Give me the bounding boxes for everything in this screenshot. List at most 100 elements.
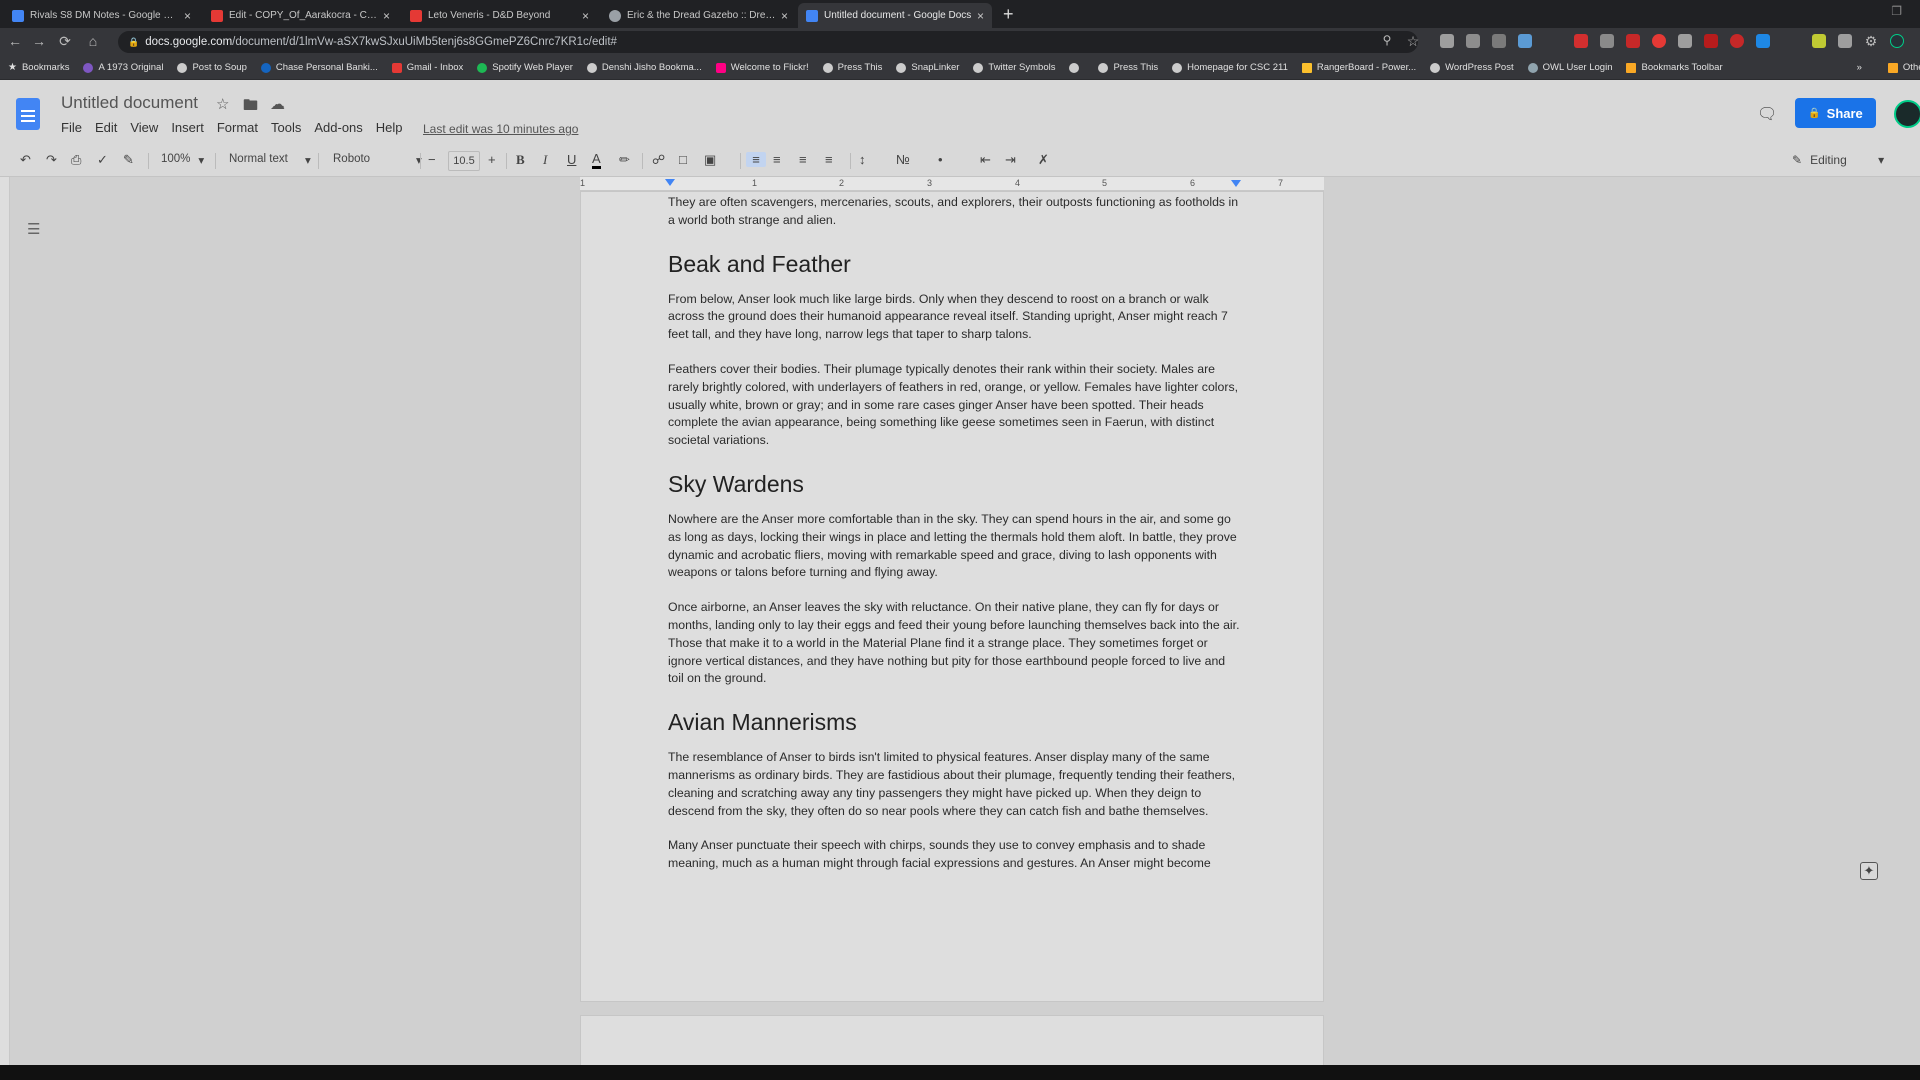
- back-icon[interactable]: ←: [6, 33, 24, 49]
- bookmark-star-icon[interactable]: ☆: [1404, 33, 1422, 50]
- close-tab-icon[interactable]: ×: [582, 9, 589, 23]
- bookmark-item[interactable]: Welcome to Flickr!: [715, 62, 809, 73]
- extension-icon[interactable]: [1466, 34, 1480, 48]
- bookmarks-overflow-button[interactable]: »: [1857, 62, 1862, 73]
- bookmark-item[interactable]: [1069, 62, 1084, 73]
- bulleted-list-icon[interactable]: •: [938, 152, 943, 167]
- bookmark-item[interactable]: SnapLinker: [896, 62, 959, 73]
- bookmark-item[interactable]: WordPress Post: [1430, 62, 1514, 73]
- italic-icon[interactable]: I: [543, 152, 547, 168]
- document-page[interactable]: They are often scavengers, mercenaries, …: [580, 191, 1324, 1002]
- spellcheck-icon[interactable]: ✓: [97, 152, 108, 168]
- close-tab-icon[interactable]: ×: [383, 9, 390, 23]
- insert-link-icon[interactable]: ☍: [652, 152, 665, 168]
- menu-format[interactable]: Format: [217, 120, 258, 135]
- paint-format-icon[interactable]: ✎: [123, 152, 134, 168]
- bookmark-item[interactable]: Post to Soup: [177, 62, 247, 73]
- add-comment-icon[interactable]: □: [679, 152, 687, 167]
- menu-help[interactable]: Help: [376, 120, 403, 135]
- menu-file[interactable]: File: [61, 120, 82, 135]
- decrease-indent-icon[interactable]: ⇤: [980, 152, 991, 168]
- browser-tab[interactable]: Rivals S8 DM Notes - Google Docs ×: [4, 3, 199, 28]
- bookmark-item[interactable]: Twitter Symbols: [973, 62, 1055, 73]
- bookmark-item[interactable]: A 1973 Original: [83, 62, 163, 73]
- font-select[interactable]: Roboto ▾: [333, 153, 422, 167]
- increase-font-size-icon[interactable]: +: [488, 152, 496, 167]
- bookmark-item[interactable]: Spotify Web Player: [477, 62, 573, 73]
- font-size-input[interactable]: 10.5: [448, 151, 480, 171]
- decrease-font-size-icon[interactable]: −: [428, 152, 436, 167]
- align-left-icon[interactable]: ≡: [746, 152, 766, 167]
- last-edit-link[interactable]: Last edit was 10 minutes ago: [423, 122, 578, 136]
- right-indent-marker[interactable]: [1231, 180, 1241, 187]
- reload-icon[interactable]: ⟳: [56, 33, 74, 50]
- new-tab-button[interactable]: +: [1003, 4, 1014, 25]
- close-tab-icon[interactable]: ×: [184, 9, 191, 23]
- browser-tab[interactable]: Leto Veneris - D&D Beyond ×: [402, 3, 597, 28]
- paragraph-style-select[interactable]: Normal text ▾: [229, 153, 311, 167]
- document-title[interactable]: Untitled document: [61, 93, 198, 113]
- other-bookmarks[interactable]: Other bookmarks: [1887, 62, 1920, 73]
- text-color-icon[interactable]: A: [592, 152, 601, 169]
- clear-formatting-icon[interactable]: ✗: [1038, 152, 1049, 168]
- move-folder-icon[interactable]: 🖿: [243, 95, 258, 120]
- window-controls-icon[interactable]: ❐: [1891, 4, 1902, 18]
- underline-icon[interactable]: U: [567, 152, 576, 167]
- forward-icon[interactable]: →: [30, 33, 48, 49]
- menu-view[interactable]: View: [130, 120, 158, 135]
- left-indent-marker[interactable]: [665, 179, 675, 186]
- extension-icon[interactable]: [1492, 34, 1506, 48]
- extension-icon[interactable]: [1652, 34, 1666, 48]
- document-body[interactable]: They are often scavengers, mercenaries, …: [668, 194, 1241, 890]
- editing-mode-select[interactable]: ✎ Editing ▾: [1792, 153, 1884, 167]
- bookmark-item[interactable]: Homepage for CSC 211: [1172, 62, 1288, 73]
- zoom-select[interactable]: 100% ▾: [161, 153, 204, 167]
- extension-icon[interactable]: [1838, 34, 1852, 48]
- bookmark-item[interactable]: Bookmarks Toolbar: [1626, 62, 1723, 73]
- extension-icon[interactable]: [1756, 34, 1770, 48]
- bookmark-item[interactable]: ★ Bookmarks: [8, 62, 69, 73]
- star-icon[interactable]: ☆: [216, 95, 229, 113]
- document-page-next[interactable]: [580, 1015, 1324, 1065]
- redo-icon[interactable]: ↷: [46, 152, 57, 168]
- print-icon[interactable]: ⎙: [71, 152, 81, 168]
- avatar[interactable]: [1894, 100, 1920, 128]
- bookmark-item[interactable]: Press This: [1098, 62, 1158, 73]
- extension-icon[interactable]: [1678, 34, 1692, 48]
- cloud-status-icon[interactable]: ☁: [270, 95, 285, 113]
- bookmark-item[interactable]: OWL User Login: [1527, 62, 1612, 73]
- highlight-color-icon[interactable]: ✏: [619, 152, 630, 168]
- increase-indent-icon[interactable]: ⇥: [1005, 152, 1016, 168]
- bookmark-item[interactable]: RangerBoard - Power...: [1301, 62, 1416, 73]
- numbered-list-icon[interactable]: №: [896, 152, 910, 167]
- extension-icon[interactable]: [1518, 34, 1532, 48]
- extension-icon[interactable]: [1812, 34, 1826, 48]
- align-right-icon[interactable]: ≡: [799, 152, 807, 167]
- google-docs-logo-icon[interactable]: [16, 98, 40, 130]
- share-button[interactable]: 🔒 Share: [1795, 98, 1876, 128]
- insert-image-icon[interactable]: ▣: [704, 152, 716, 168]
- extension-icon[interactable]: [1626, 34, 1640, 48]
- bold-icon[interactable]: B: [516, 152, 525, 168]
- extension-icon[interactable]: [1600, 34, 1614, 48]
- profile-avatar-icon[interactable]: [1890, 34, 1904, 48]
- menu-edit[interactable]: Edit: [95, 120, 117, 135]
- browser-tab[interactable]: Edit - COPY_Of_Aarakocra - Creatio... ×: [203, 3, 398, 28]
- extension-icon[interactable]: [1704, 34, 1718, 48]
- browser-tab[interactable]: Eric & the Dread Gazebo :: DreadG... ×: [601, 3, 796, 28]
- bookmark-item[interactable]: Chase Personal Banki...: [260, 62, 378, 73]
- extension-icon[interactable]: [1574, 34, 1588, 48]
- zoom-icon[interactable]: ⚲: [1378, 33, 1396, 47]
- extension-icon[interactable]: [1730, 34, 1744, 48]
- comment-history-icon[interactable]: 🗨: [1757, 104, 1777, 124]
- extension-icon[interactable]: [1440, 34, 1454, 48]
- close-tab-icon[interactable]: ×: [977, 9, 984, 23]
- bookmark-item[interactable]: Press This: [822, 62, 882, 73]
- justify-icon[interactable]: ≡: [825, 152, 833, 167]
- bookmark-item[interactable]: Gmail - Inbox: [391, 62, 463, 73]
- undo-icon[interactable]: ↶: [20, 152, 31, 168]
- document-outline-icon[interactable]: ☰: [27, 220, 40, 238]
- menu-insert[interactable]: Insert: [171, 120, 204, 135]
- align-center-icon[interactable]: ≡: [773, 152, 781, 167]
- close-tab-icon[interactable]: ×: [781, 9, 788, 23]
